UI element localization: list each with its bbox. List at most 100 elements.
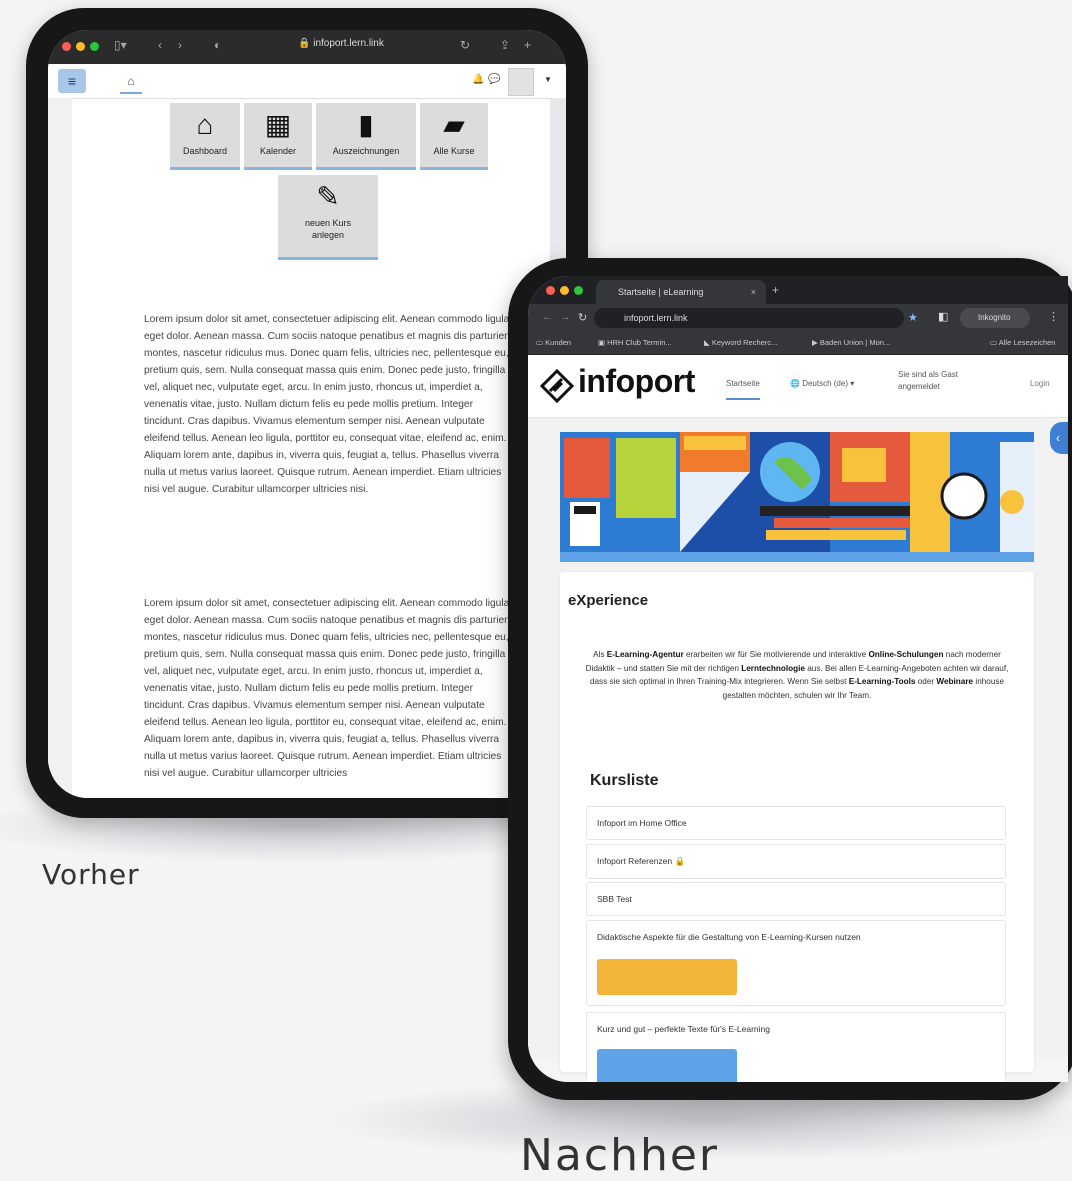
site-logo-text[interactable]: infoport: [578, 363, 695, 400]
window-controls: [546, 286, 583, 295]
chrome-toolbar: ← → ↻ infoport.lern.link ★ ◧ Inkognito ⋮: [528, 304, 1068, 332]
intro-fragment: Als: [593, 650, 607, 659]
bookmark-icon: ▮: [358, 109, 374, 140]
intro-bold: E-Learning-Tools: [848, 677, 916, 686]
course-title: SBB Test: [597, 894, 632, 904]
course-item[interactable]: Kurz und gut – perfekte Texte für's E-Le…: [586, 1012, 1006, 1082]
bookmark-hrh[interactable]: ▣ HRH Club Termin...: [598, 338, 672, 347]
share-icon[interactable]: ⇪: [500, 38, 510, 52]
chevron-down-icon[interactable]: ▼: [544, 75, 552, 84]
back-icon[interactable]: ←: [542, 311, 553, 323]
left-gutter: [48, 98, 72, 798]
site-home-icon[interactable]: ⌂: [120, 70, 142, 94]
course-title: Infoport im Home Office: [597, 818, 687, 828]
forward-icon[interactable]: ›: [178, 38, 182, 52]
bookmarks-bar: ▭ Kunden ▣ HRH Club Termin... ◣ Keyword …: [528, 332, 1068, 355]
tile-dashboard[interactable]: ⌂ Dashboard: [170, 103, 240, 170]
close-window-button[interactable]: [546, 286, 555, 295]
reload-icon[interactable]: ↻: [460, 38, 470, 52]
omnibox-url: infoport.lern.link: [624, 313, 688, 323]
avatar[interactable]: [508, 68, 534, 96]
intro-bold: Online-Schulungen: [868, 650, 944, 659]
course-item[interactable]: Didaktische Aspekte für die Gestaltung v…: [586, 920, 1006, 1006]
star-icon[interactable]: ★: [908, 311, 918, 324]
tile-new-course[interactable]: ✎ neuen Kurs anlegen: [278, 175, 378, 260]
privacy-shield-icon[interactable]: ◐: [214, 38, 221, 52]
zoom-window-button[interactable]: [574, 286, 583, 295]
course-title: Kurz und gut – perfekte Texte für's E-Le…: [597, 1024, 770, 1034]
tile-calendar[interactable]: ▦ Kalender: [244, 103, 312, 170]
hero-banner: [560, 432, 1034, 562]
back-icon[interactable]: ‹: [158, 38, 162, 52]
intro-bold: Webinare: [936, 677, 974, 686]
nav-startseite[interactable]: Startseite: [726, 379, 760, 400]
language-label: Deutsch (de): [802, 379, 848, 388]
bookmark-label: Keyword Recherc...: [711, 338, 778, 347]
book-icon: ▰: [443, 109, 465, 140]
browser-tab[interactable]: Startseite | eLearning ×: [596, 280, 766, 304]
new-tab-icon[interactable]: +: [524, 38, 531, 52]
tab-title: Startseite | eLearning: [618, 287, 704, 297]
edit-icon: ✎: [316, 181, 340, 212]
incognito-badge[interactable]: Inkognito: [960, 308, 1030, 328]
reload-icon[interactable]: ↻: [578, 311, 587, 324]
intro-fragment: oder: [915, 677, 937, 686]
bookmark-label: Baden Union | Mon...: [819, 338, 891, 347]
intro-bold: E-Learning-Agentur: [606, 650, 684, 659]
bookmark-baden[interactable]: ▶ Baden Union | Mon...: [812, 338, 890, 347]
more-menu-icon[interactable]: ⋮: [1048, 310, 1059, 323]
incognito-label: Inkognito: [978, 313, 1011, 322]
safari-toolbar: ▯▾ ‹ › ◐ 🔒 infoport.lern.link ↻ ⇪ +: [48, 30, 566, 64]
course-item[interactable]: Infoport im Home Office: [586, 806, 1006, 840]
calendar-icon: ▦: [264, 109, 292, 140]
course-item[interactable]: SBB Test: [586, 882, 1006, 916]
infoport-logo-icon[interactable]: [540, 369, 574, 403]
caption-before: Vorher: [42, 858, 140, 891]
section-title: eXperience: [568, 592, 649, 609]
caption-after: Nachher: [520, 1130, 720, 1181]
course-title: Infoport Referenzen 🔒: [597, 856, 686, 866]
bell-icon[interactable]: 🔔: [472, 74, 484, 85]
tablet-before: ▯▾ ‹ › ◐ 🔒 infoport.lern.link ↻ ⇪ + ≡ ⌂ …: [26, 8, 588, 818]
content-card: eXperience Als E-Learning-Agentur erarbe…: [560, 572, 1034, 1082]
side-panel-icon[interactable]: ◧: [938, 310, 948, 323]
course-title: Didaktische Aspekte für die Gestaltung v…: [597, 932, 861, 942]
sidebar-toggle-icon[interactable]: ▯▾: [114, 38, 127, 52]
minimize-window-button[interactable]: [76, 42, 85, 51]
omnibox[interactable]: infoport.lern.link: [594, 308, 904, 328]
tile-all-courses[interactable]: ▰ Alle Kurse: [420, 103, 488, 170]
new-tab-icon[interactable]: +: [772, 283, 779, 297]
tile-badges[interactable]: ▮ Auszeichnungen: [316, 103, 416, 170]
minimize-window-button[interactable]: [560, 286, 569, 295]
course-thumbnail: [597, 959, 737, 995]
forward-icon[interactable]: →: [560, 311, 571, 323]
close-window-button[interactable]: [62, 42, 71, 51]
login-link[interactable]: Login: [1030, 379, 1050, 388]
chrome-tab-strip: Startseite | eLearning × +: [528, 276, 1068, 304]
tile-label: neuen Kurs anlegen: [304, 218, 352, 240]
bookmark-kunden[interactable]: ▭ Kunden: [536, 338, 571, 347]
intro-bold: Lerntechnologie: [741, 663, 805, 673]
moodle-navbar: ≡ ⌂ 🔔 💬 ▼: [48, 64, 566, 99]
course-thumbnail: [597, 1049, 737, 1082]
zoom-window-button[interactable]: [90, 42, 99, 51]
language-selector[interactable]: 🌐 Deutsch (de) ▾: [790, 379, 854, 388]
course-item[interactable]: Infoport Referenzen 🔒: [586, 844, 1006, 879]
course-list-title: Kursliste: [590, 772, 659, 789]
bookmark-keyword[interactable]: ◣ Keyword Recherc...: [704, 338, 777, 347]
address-url: infoport.lern.link: [313, 38, 384, 49]
close-tab-icon[interactable]: ×: [751, 280, 756, 304]
tablet-after: Startseite | eLearning × + ← → ↻ infopor…: [508, 258, 1072, 1100]
elearning-illustration: [560, 432, 1034, 562]
bookmark-all[interactable]: ▭ Alle Lesezeichen: [990, 338, 1055, 347]
drawer-toggle-button[interactable]: ‹: [1050, 422, 1068, 454]
guest-status: Sie sind als Gast angemeldet: [898, 370, 959, 391]
address-bar[interactable]: 🔒 infoport.lern.link: [298, 38, 384, 49]
lorem-paragraph-2: Lorem ipsum dolor sit amet, consectetuer…: [144, 598, 513, 779]
tablet-before-screen: ▯▾ ‹ › ◐ 🔒 infoport.lern.link ↻ ⇪ + ≡ ⌂ …: [48, 30, 566, 798]
chat-icon[interactable]: 💬: [488, 74, 500, 85]
bookmark-label: HRH Club Termin...: [607, 338, 672, 347]
tile-label: Kalender: [259, 146, 297, 156]
tile-label: Dashboard: [182, 146, 228, 156]
menu-toggle-button[interactable]: ≡: [58, 69, 86, 93]
